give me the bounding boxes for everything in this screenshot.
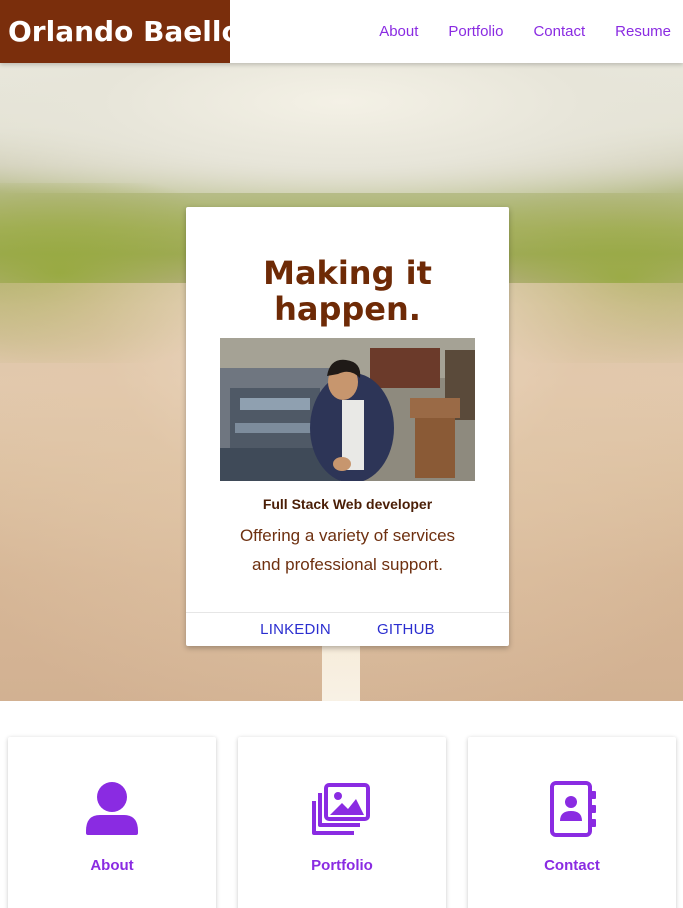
brand-logo[interactable]: Orlando Baello (0, 0, 241, 63)
card-description: Offering a variety of services and profe… (216, 521, 479, 579)
feature-label-about: About (90, 857, 134, 874)
nav-link-contact[interactable]: Contact (533, 23, 585, 40)
nav-link-resume[interactable]: Resume (615, 23, 671, 40)
github-link[interactable]: GITHUB (377, 621, 435, 638)
navbar: Orlando Baello About Portfolio Contact R… (0, 0, 683, 63)
linkedin-link[interactable]: LINKEDIN (260, 621, 331, 638)
nav-link-about[interactable]: About (379, 23, 418, 40)
feature-card-contact[interactable]: Contact (468, 737, 676, 908)
card-title-line2: happen. (274, 290, 421, 328)
user-icon (82, 781, 142, 837)
feature-card-about[interactable]: About (8, 737, 216, 908)
nav-link-portfolio[interactable]: Portfolio (448, 23, 503, 40)
hero-sky (0, 63, 683, 193)
feature-card-portfolio[interactable]: Portfolio (238, 737, 446, 908)
images-icon (312, 781, 372, 837)
card-title-line1: Making it (263, 254, 432, 292)
feature-label-contact: Contact (544, 857, 600, 874)
card-title: Making it happen. (186, 255, 509, 327)
card-description-line2: and professional support. (252, 555, 443, 574)
intro-card: Making it happen. Full Stack Web develop… (186, 207, 509, 646)
feature-label-portfolio: Portfolio (311, 857, 373, 874)
profile-photo-image (220, 338, 475, 481)
nav-links: About Portfolio Contact Resume (349, 0, 671, 63)
card-actions: LINKEDIN GITHUB (186, 613, 509, 646)
feature-section: About Portfolio Contact (0, 701, 683, 908)
card-description-line1: Offering a variety of services (239, 526, 456, 545)
card-subtitle: Full Stack Web developer (262, 496, 433, 512)
address-book-icon (542, 781, 602, 837)
profile-photo (220, 338, 475, 481)
